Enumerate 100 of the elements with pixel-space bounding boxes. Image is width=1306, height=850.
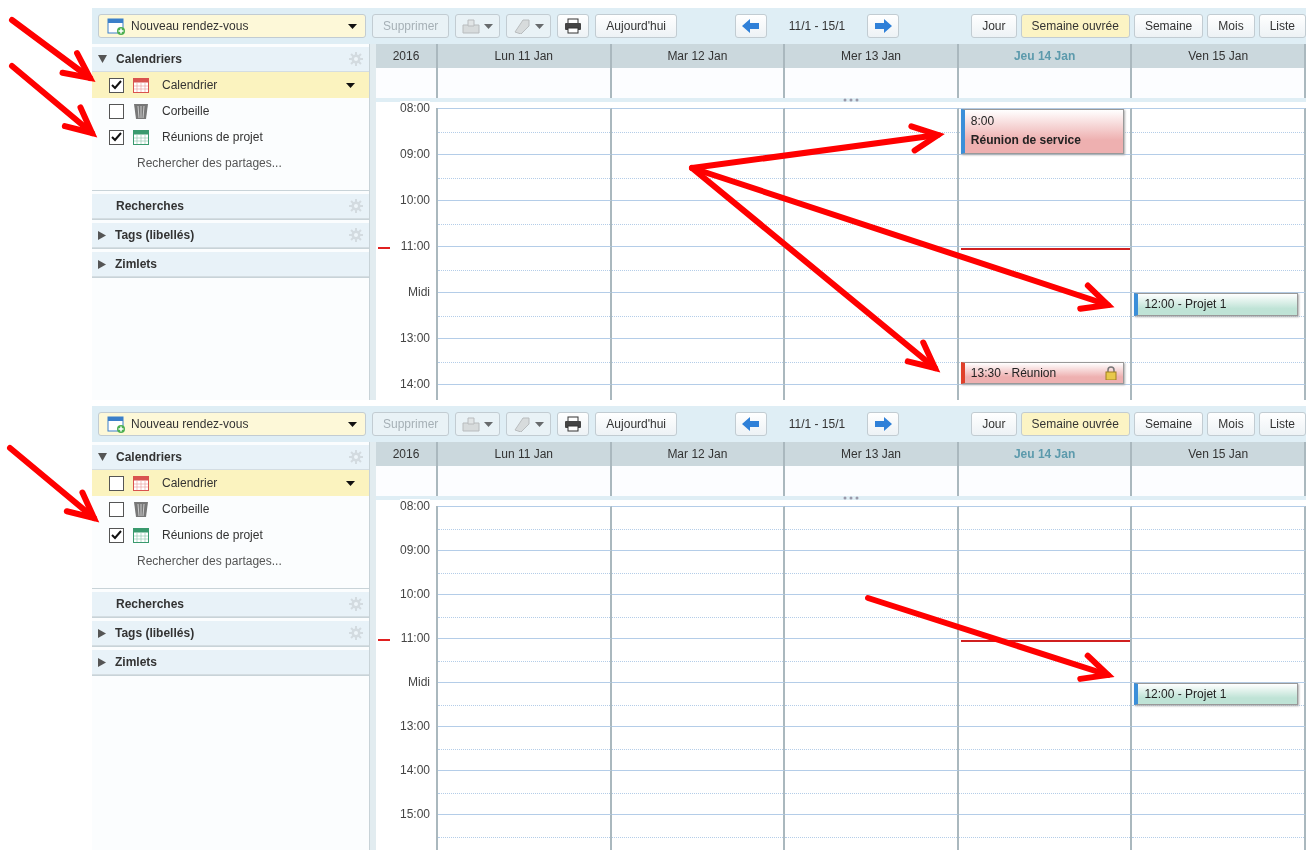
caret-icon (484, 23, 494, 29)
time-slot[interactable] (785, 200, 959, 246)
hour-label: 13:00 (399, 719, 430, 733)
collapse-arrow-icon[interactable] (98, 55, 107, 63)
section-header[interactable]: Recherches (92, 592, 369, 617)
move-button[interactable] (455, 14, 501, 38)
view-tab[interactable]: Semaine ouvrée (1020, 412, 1130, 436)
time-slot[interactable] (958, 594, 1133, 638)
hour-label: 11:00 (400, 239, 430, 253)
calendar-list-item[interactable]: Corbeille (92, 496, 369, 522)
settings-icon[interactable] (349, 450, 363, 464)
hour-label: 08:00 (399, 101, 430, 115)
new-appointment-button[interactable]: Nouveau rendez-vous (98, 412, 366, 436)
view-tab[interactable]: Jour (971, 14, 1017, 38)
time-slot[interactable]: 12:00 - Projet 1 (1132, 682, 1306, 726)
time-slot[interactable]: 13:30 - Réunion (958, 338, 1133, 384)
expand-arrow-icon[interactable] (98, 628, 106, 638)
settings-icon[interactable] (349, 52, 363, 66)
calendar-list-item[interactable]: Calendrier (92, 72, 369, 98)
day-header: Ven 15 Jan (1132, 44, 1306, 68)
next-button[interactable] (867, 14, 900, 38)
splitter-bar[interactable] (369, 44, 376, 400)
hour-label: 14:00 (399, 763, 430, 777)
tag-button[interactable] (506, 412, 552, 436)
section-header[interactable]: Calendriers (92, 47, 369, 72)
previous-button[interactable] (734, 14, 767, 38)
section-header[interactable]: Zimlets (92, 252, 369, 277)
time-slot[interactable] (785, 292, 959, 338)
view-tab[interactable]: Semaine (1133, 412, 1204, 436)
expand-arrow-icon[interactable] (98, 230, 106, 240)
view-tab[interactable]: Liste (1258, 14, 1306, 38)
hour-label: 09:00 (399, 147, 430, 161)
appointment[interactable]: 13:30 - Réunion (960, 361, 1125, 384)
time-slot[interactable] (958, 638, 1133, 682)
calendar-list-item[interactable]: Corbeille (92, 98, 369, 124)
move-button[interactable] (455, 412, 501, 436)
time-slot[interactable] (785, 108, 959, 154)
checkbox[interactable] (109, 501, 124, 517)
settings-icon[interactable] (349, 626, 363, 640)
find-shares-link[interactable]: Rechercher des partages... (137, 554, 282, 568)
day-header: Mar 12 Jan (611, 442, 786, 466)
time-slot[interactable] (958, 292, 1133, 338)
calendar-list-item[interactable]: Calendrier (92, 470, 369, 496)
view-tab[interactable]: Semaine ouvrée (1020, 14, 1130, 38)
year-header: 2016 (376, 442, 438, 466)
settings-icon[interactable] (349, 199, 363, 213)
view-tab[interactable]: Mois (1207, 14, 1255, 38)
resize-grip-icon[interactable] (842, 496, 860, 500)
print-button[interactable] (557, 412, 590, 436)
caret-icon (535, 23, 545, 29)
new-appointment-button[interactable]: Nouveau rendez-vous (98, 14, 366, 38)
check-icon (111, 80, 122, 90)
view-tab[interactable]: Jour (971, 412, 1017, 436)
time-slot[interactable] (785, 338, 959, 384)
calendar-list-item[interactable]: Réunions de projet (92, 522, 369, 548)
appointment[interactable]: 12:00 - Projet 1 (1134, 683, 1298, 705)
time-slot[interactable]: 12:00 - Projet 1 (1132, 292, 1306, 338)
time-slot[interactable] (958, 246, 1133, 292)
check-icon (111, 530, 122, 540)
right-arrow-icon (874, 417, 893, 431)
hour-label: Midi (408, 285, 430, 299)
collapse-arrow-icon[interactable] (98, 453, 107, 461)
tag-button[interactable] (506, 14, 552, 38)
view-tab[interactable]: Liste (1258, 412, 1306, 436)
checkbox[interactable] (109, 475, 124, 491)
calendar-list-item[interactable]: Réunions de projet (92, 124, 369, 150)
section-header[interactable]: Tags (libellés) (92, 223, 369, 248)
print-button[interactable] (557, 14, 590, 38)
section-header[interactable]: Calendriers (92, 445, 369, 470)
year-header: 2016 (376, 44, 438, 68)
checkbox[interactable] (109, 527, 124, 543)
splitter-bar[interactable] (369, 442, 376, 850)
find-shares-link[interactable]: Rechercher des partages... (137, 156, 282, 170)
section-header[interactable]: Tags (libellés) (92, 621, 369, 646)
expand-arrow-icon[interactable] (98, 657, 106, 667)
view-tab[interactable]: Semaine (1133, 14, 1204, 38)
section-header[interactable]: Recherches (92, 194, 369, 219)
checkbox[interactable] (109, 129, 124, 145)
caret-icon (348, 421, 357, 427)
day-header: Mer 13 Jan (785, 44, 959, 68)
dropdown-caret-icon (346, 82, 355, 88)
previous-button[interactable] (734, 412, 767, 436)
view-tab[interactable]: Mois (1207, 412, 1255, 436)
next-button[interactable] (867, 412, 900, 436)
checkbox[interactable] (109, 103, 124, 119)
appointment[interactable]: 12:00 - Projet 1 (1134, 293, 1298, 316)
checkbox[interactable] (109, 77, 124, 93)
hour-label: 10:00 (399, 587, 430, 601)
date-range: 11/1 - 15/1 (787, 19, 847, 33)
settings-icon[interactable] (349, 597, 363, 611)
time-slot[interactable] (785, 594, 959, 638)
hour-label: 13:00 (399, 331, 430, 345)
resize-grip-icon[interactable] (842, 98, 860, 102)
section-header[interactable]: Zimlets (92, 650, 369, 675)
expand-arrow-icon[interactable] (98, 259, 106, 269)
today-button[interactable]: Aujourd'hui (595, 14, 678, 38)
day-header: Mer 13 Jan (785, 442, 959, 466)
today-button[interactable]: Aujourd'hui (595, 412, 678, 436)
settings-icon[interactable] (349, 228, 363, 242)
time-slot[interactable] (785, 246, 959, 292)
